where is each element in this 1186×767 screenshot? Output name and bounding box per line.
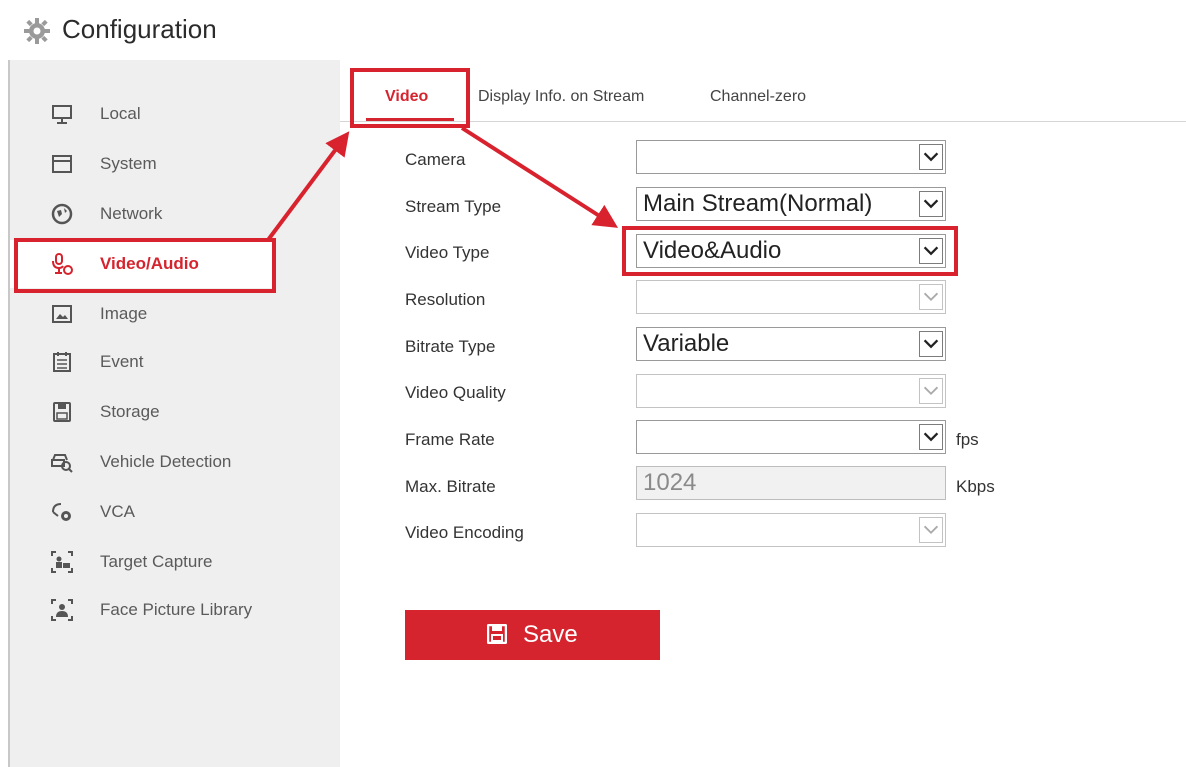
sidebar-item-label: Network: [100, 204, 163, 223]
chevron-down-icon[interactable]: [919, 331, 943, 357]
video-type-label: Video Type: [405, 243, 490, 262]
save-button[interactable]: Save: [405, 610, 660, 660]
sidebar-item-image[interactable]: Image: [10, 290, 340, 338]
chevron-down-icon[interactable]: [919, 378, 943, 404]
sidebar-item-label: Image: [100, 304, 148, 323]
chevron-down-icon[interactable]: [919, 191, 943, 217]
sidebar-item-target-capture[interactable]: Target Capture: [10, 538, 340, 586]
microphone-icon: [52, 253, 73, 275]
max-bitrate-unit: Kbps: [956, 477, 995, 496]
video-type-select[interactable]: Video&Audio: [636, 234, 946, 268]
save-button-label: Save: [523, 621, 578, 648]
sidebar-item-video-audio[interactable]: Video/Audio: [10, 240, 272, 288]
floppy-icon: [487, 624, 507, 644]
camera-label: Camera: [405, 150, 466, 169]
max-bitrate-value: 1024: [643, 469, 697, 496]
bitrate-type-label: Bitrate Type: [405, 337, 496, 356]
sidebar-item-network[interactable]: Network: [10, 190, 340, 238]
sidebar-item-label: Face Picture Library: [100, 600, 253, 619]
sidebar-item-label: Storage: [100, 402, 160, 421]
stream-type-label: Stream Type: [405, 197, 502, 216]
chevron-down-icon[interactable]: [919, 238, 943, 264]
video-type-value: Video&Audio: [643, 237, 782, 264]
frame-rate-label: Frame Rate: [405, 430, 495, 449]
tab-divider: [340, 121, 1186, 122]
resolution-select[interactable]: [636, 280, 946, 314]
vca-icon: [52, 503, 71, 521]
sidebar-item-label: Local: [100, 104, 141, 123]
bitrate-type-value: Variable: [643, 330, 730, 357]
frame-rate-unit: fps: [956, 430, 979, 449]
sidebar-item-local[interactable]: Local: [10, 90, 340, 138]
chevron-down-icon[interactable]: [919, 284, 943, 310]
video-encoding-label: Video Encoding: [405, 523, 524, 542]
max-bitrate-input[interactable]: 1024: [636, 466, 946, 500]
bitrate-type-select[interactable]: Variable: [636, 327, 946, 361]
sidebar: Local System Network Video/Audio Image E…: [10, 60, 340, 767]
sidebar-item-label: System: [100, 154, 157, 173]
calendar-icon: [53, 352, 71, 372]
video-quality-select[interactable]: [636, 374, 946, 408]
globe-icon: [51, 203, 73, 225]
page-title: Configuration: [62, 14, 217, 44]
sidebar-item-label: Vehicle Detection: [100, 452, 232, 471]
image-icon: [52, 305, 72, 323]
sidebar-item-label: Target Capture: [100, 552, 213, 571]
video-encoding-select[interactable]: [636, 513, 946, 547]
sidebar-item-label: Video/Audio: [100, 254, 199, 273]
sidebar-item-vehicle-detection[interactable]: Vehicle Detection: [10, 438, 340, 486]
chevron-down-icon[interactable]: [919, 144, 943, 170]
vehicle-search-icon: [51, 454, 73, 473]
floppy-icon: [53, 402, 71, 422]
window-icon: [52, 155, 72, 173]
tab-bar: Video Display Info. on Stream Channel-ze…: [340, 60, 1186, 120]
stream-type-value: Main Stream(Normal): [643, 190, 873, 217]
tab-channel-zero[interactable]: Channel-zero: [710, 88, 806, 106]
chevron-down-icon[interactable]: [919, 424, 943, 450]
sidebar-item-label: VCA: [100, 502, 135, 521]
sidebar-item-storage[interactable]: Storage: [10, 388, 340, 436]
sidebar-item-event[interactable]: Event: [10, 338, 340, 386]
target-capture-icon: [51, 551, 73, 573]
frame-rate-select[interactable]: [636, 420, 946, 454]
face-library-icon: [51, 599, 73, 621]
max-bitrate-label: Max. Bitrate: [405, 477, 496, 496]
stream-type-select[interactable]: Main Stream(Normal): [636, 187, 946, 221]
resolution-label: Resolution: [405, 290, 486, 309]
sidebar-item-vca[interactable]: VCA: [10, 488, 340, 536]
sidebar-item-label: Event: [100, 352, 144, 371]
gear-icon: [24, 18, 50, 44]
sidebar-item-system[interactable]: System: [10, 140, 340, 188]
sidebar-item-face-picture-library[interactable]: Face Picture Library: [10, 586, 340, 634]
camera-select[interactable]: [636, 140, 946, 174]
tab-video[interactable]: Video: [385, 88, 428, 106]
monitor-icon: [52, 105, 72, 124]
tab-display-info-on-stream[interactable]: Display Info. on Stream: [478, 88, 644, 106]
video-quality-label: Video Quality: [405, 383, 506, 402]
header-bar: Configuration: [0, 0, 1186, 60]
chevron-down-icon[interactable]: [919, 517, 943, 543]
